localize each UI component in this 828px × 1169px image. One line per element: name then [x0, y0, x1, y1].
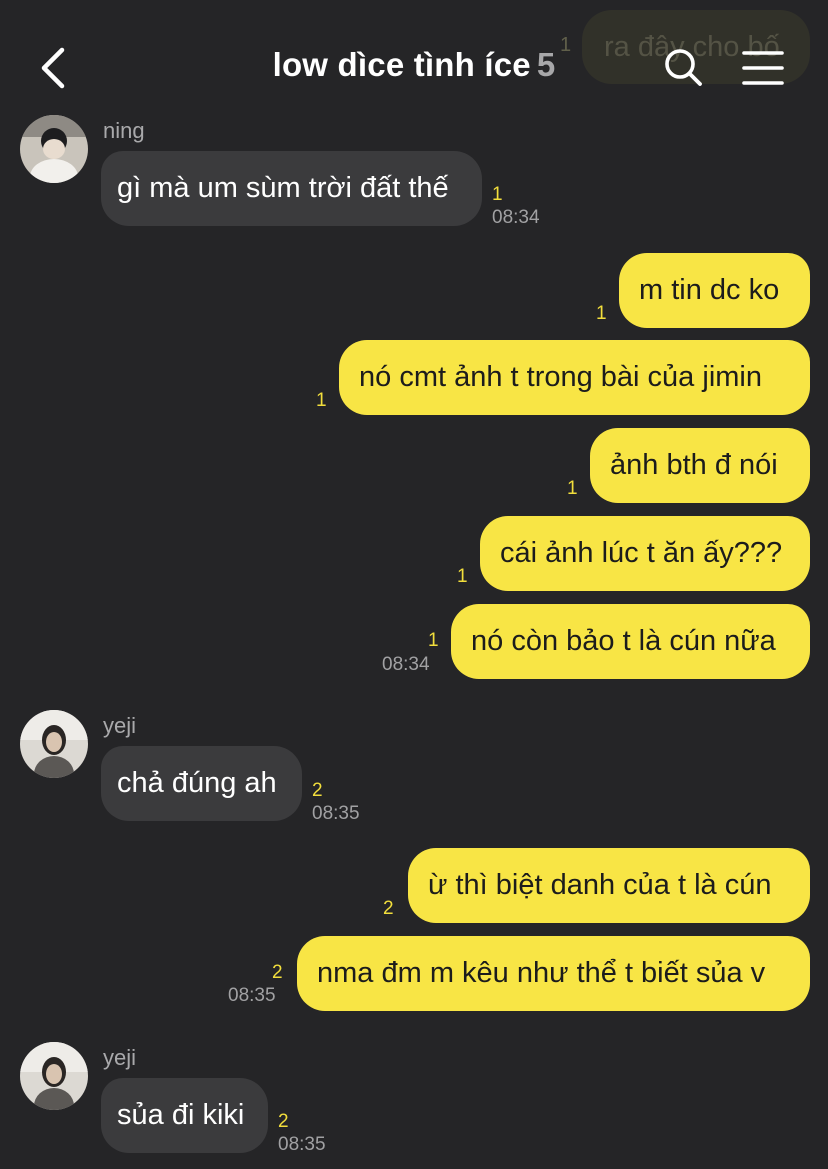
message-bubble-incoming[interactable]: gì mà um sùm trời đất thế: [101, 151, 482, 226]
unread-count: 1: [457, 566, 468, 587]
message-bubble-outgoing[interactable]: nó cmt ảnh t trong bài của jimin: [339, 340, 810, 415]
avatar-ning-image: [20, 115, 88, 183]
message-bubble-outgoing[interactable]: cái ảnh lúc t ăn ấy???: [480, 516, 810, 591]
message-time: 08:34: [492, 207, 540, 228]
sender-name: yeji: [103, 713, 137, 738]
message-time: 08:34: [382, 654, 430, 675]
avatar-yeji-image: [20, 710, 88, 778]
message-bubble-incoming[interactable]: sủa đi kiki: [101, 1078, 268, 1153]
message-time: 08:35: [312, 803, 360, 824]
avatar-yeji[interactable]: [20, 710, 88, 778]
unread-count: 1: [596, 303, 607, 324]
unread-count: 1: [316, 390, 327, 411]
message-bubble-outgoing[interactable]: m tin dc ko: [619, 253, 810, 328]
unread-count: 1: [492, 184, 503, 205]
unread-count: 1: [567, 478, 578, 499]
hamburger-menu-icon[interactable]: [742, 48, 784, 88]
message-bubble-outgoing[interactable]: nma đm m kêu như thể t biết sủa v: [297, 936, 810, 1011]
search-icon[interactable]: [662, 46, 704, 88]
member-count: 5: [536, 46, 556, 83]
message-bubble-outgoing[interactable]: ảnh bth đ nói: [590, 428, 810, 503]
unread-count: 2: [278, 1111, 289, 1132]
chat-title-text: low dìce tình íce: [272, 46, 531, 83]
message-bubble-outgoing[interactable]: ừ thì biệt danh của t là cún: [408, 848, 810, 923]
sender-name: ning: [103, 118, 145, 143]
unread-count: 2: [312, 780, 323, 801]
sender-name: yeji: [103, 1045, 137, 1070]
message-bubble-incoming[interactable]: chả đúng ah: [101, 746, 302, 821]
avatar-yeji-image: [20, 1042, 88, 1110]
avatar-yeji[interactable]: [20, 1042, 88, 1110]
message-time: 08:35: [278, 1134, 326, 1155]
avatar-ning[interactable]: [20, 115, 88, 183]
unread-count: 1: [428, 630, 439, 651]
chat-header: 1 ra đây cho bố low dìce tình íce 5: [0, 0, 828, 110]
message-time: 08:35: [228, 985, 276, 1006]
unread-count: 2: [272, 962, 283, 983]
message-bubble-outgoing[interactable]: nó còn bảo t là cún nữa: [451, 604, 810, 679]
unread-count: 2: [383, 898, 394, 919]
